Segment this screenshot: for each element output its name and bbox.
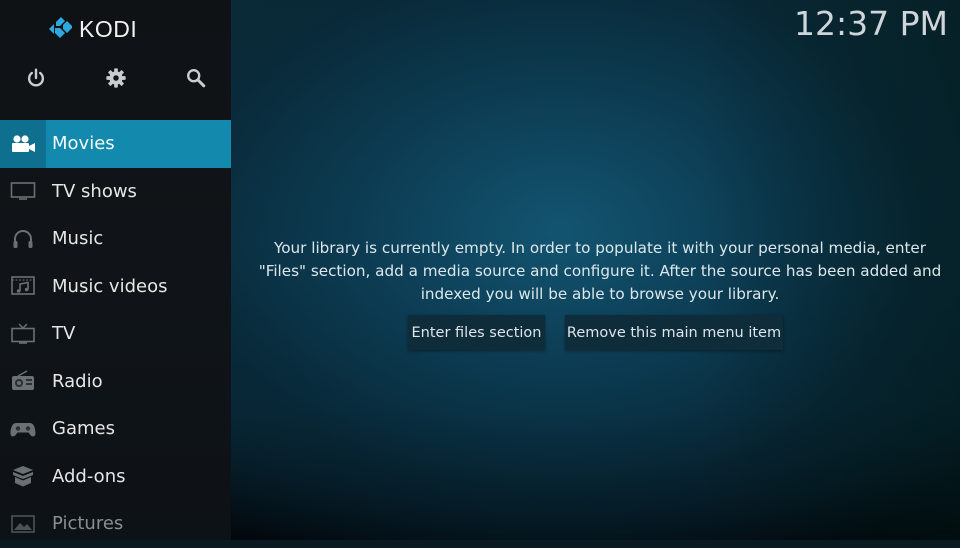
menu-item-label: Music: [52, 228, 104, 250]
menu-item-games[interactable]: Games: [0, 405, 231, 453]
clock: 12:37 PM: [794, 4, 948, 43]
menu-item-label: TV shows: [52, 180, 137, 202]
menu-item-label: Music videos: [52, 275, 168, 297]
headphones-icon: [13, 229, 33, 248]
menu-item-radio[interactable]: Radio: [0, 358, 231, 406]
menu-icon-cell: [0, 263, 46, 311]
message-line: Your library is currently empty. In orde…: [273, 239, 927, 257]
menu-item-movies[interactable]: Movies: [0, 120, 231, 168]
radio-icon: [12, 370, 34, 391]
action-buttons: Enter files section Remove this main men…: [0, 315, 960, 351]
menu-item-label: Movies: [52, 133, 115, 155]
menu-icon-cell: [0, 215, 46, 263]
pictures-icon: [11, 514, 35, 533]
logo-text: KODI: [79, 15, 138, 42]
menu-icon-cell: [0, 500, 46, 548]
menu-icon-cell: [0, 168, 46, 216]
settings-gear-icon: [106, 68, 126, 88]
power-button[interactable]: [24, 66, 48, 90]
movie-camera-icon: [12, 135, 35, 152]
gamepad-icon: [10, 422, 36, 437]
settings-button[interactable]: [104, 66, 128, 90]
menu-item-label: Pictures: [52, 513, 124, 535]
empty-library-message: Your library is currently empty. In orde…: [240, 237, 960, 306]
search-button[interactable]: [184, 66, 208, 90]
menu-item-pictures[interactable]: Pictures: [0, 500, 231, 548]
top-icon-bar: [0, 66, 231, 94]
menu-item-music[interactable]: Music: [0, 215, 231, 263]
sidebar: KODI Movies TV shows Music Music videos …: [0, 0, 231, 540]
menu-item-label: Radio: [52, 370, 103, 392]
enter-files-section-button[interactable]: Enter files section: [408, 315, 545, 350]
menu-item-label: Add-ons: [52, 465, 126, 487]
power-icon: [27, 68, 45, 87]
menu-item-music-videos[interactable]: Music videos: [0, 263, 231, 311]
menu-item-label: Games: [52, 418, 115, 440]
search-icon: [187, 69, 206, 88]
remove-menu-item-button[interactable]: Remove this main menu item: [565, 315, 783, 350]
menu-item-tv-shows[interactable]: TV shows: [0, 168, 231, 216]
music-video-icon: [11, 276, 35, 296]
message-line: indexed you will be able to browse your …: [420, 285, 780, 303]
message-line: "Files" section, add a media source and …: [258, 262, 942, 280]
menu-icon-cell: [0, 405, 46, 453]
kodi-logo-icon: [49, 17, 72, 38]
tv-monitor-icon: [10, 182, 36, 201]
menu-icon-cell: [0, 453, 46, 501]
menu-item-add-ons[interactable]: Add-ons: [0, 453, 231, 501]
menu-icon-cell: [0, 358, 46, 406]
kodi-logo[interactable]: KODI: [46, 16, 137, 42]
menu-icon-cell: [0, 120, 46, 168]
addon-box-icon: [13, 466, 33, 487]
